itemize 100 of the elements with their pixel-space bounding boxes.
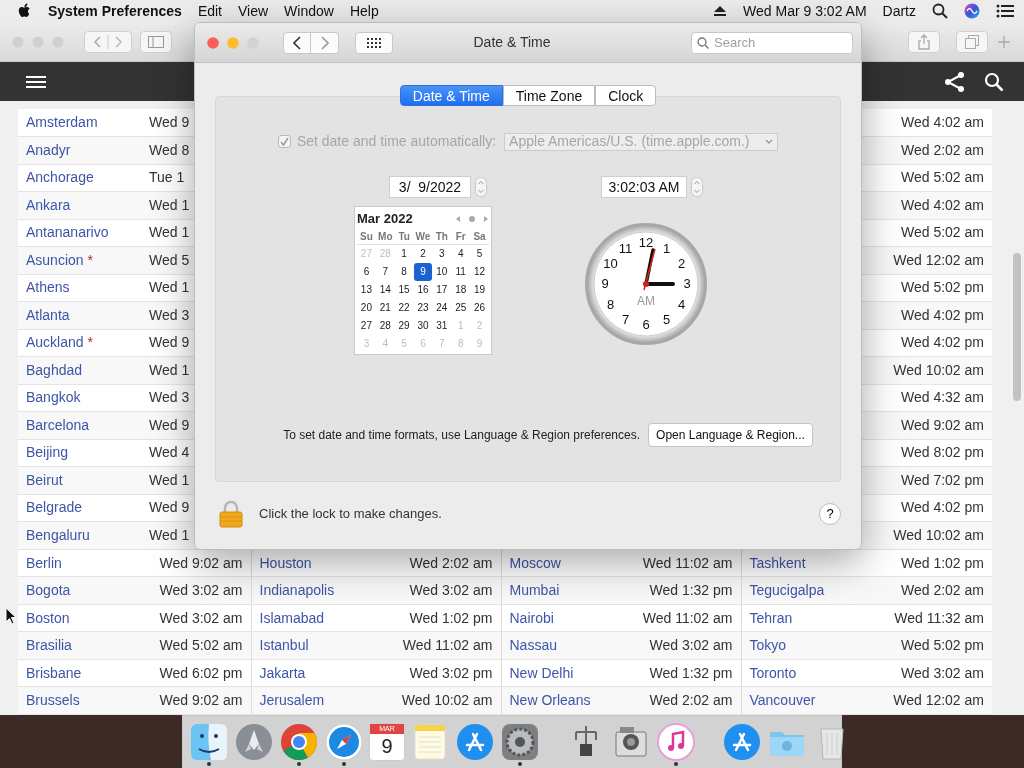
calendar-day[interactable]: 23 — [413, 298, 433, 317]
weekday-label: Mo — [375, 228, 395, 245]
calendar-day[interactable]: 21 — [375, 298, 395, 317]
calendar-day[interactable]: 27 — [357, 316, 376, 335]
music-app-icon[interactable] — [656, 722, 696, 762]
back-button[interactable] — [283, 31, 311, 54]
calendar-day[interactable]: 30 — [413, 316, 433, 335]
month-nav-icon[interactable] — [455, 214, 489, 223]
chrome-app-icon[interactable] — [279, 722, 319, 762]
window-controls[interactable] — [207, 36, 259, 49]
help-button[interactable]: ? — [819, 503, 841, 525]
tab[interactable]: Time Zone — [502, 85, 596, 106]
city-link[interactable]: Belgrade — [26, 499, 83, 516]
calendar-day[interactable]: 16 — [413, 280, 433, 299]
city-link[interactable]: Amsterdam — [26, 114, 98, 130]
tab[interactable]: Date & Time — [399, 85, 503, 106]
city-link[interactable]: Atlanta — [26, 306, 70, 323]
menu-clock[interactable]: Wed Mar 9 3:02 AM — [743, 0, 867, 22]
calendar-day[interactable]: 18 — [451, 280, 471, 299]
sidebar-button[interactable] — [140, 30, 172, 53]
city-link[interactable]: Bangkok — [26, 389, 81, 406]
calendar-day[interactable]: 31 — [432, 316, 452, 335]
show-all-button[interactable] — [355, 31, 393, 54]
search-icon[interactable] — [932, 3, 948, 19]
calendar-day[interactable]: 9 — [413, 262, 433, 281]
city-link[interactable]: Asuncion — [26, 251, 84, 268]
calendar-day[interactable]: 29 — [394, 316, 414, 335]
share-button[interactable] — [908, 30, 940, 53]
scrollbar-thumb[interactable] — [1013, 253, 1021, 401]
calendar-day[interactable]: 26 — [470, 298, 489, 317]
calendar-day[interactable]: 7 — [375, 262, 395, 281]
user-menu[interactable]: Dartz — [882, 0, 916, 22]
calendar-day[interactable]: 8 — [394, 262, 414, 281]
city-link[interactable]: Tashkent — [749, 554, 806, 571]
calendar-day[interactable]: 1 — [394, 244, 414, 263]
search-field[interactable]: Search — [691, 31, 853, 54]
city-link[interactable]: Nairobi — [509, 609, 554, 626]
city-link[interactable]: Boston — [26, 609, 70, 626]
calendar-day[interactable]: 14 — [375, 280, 395, 299]
menu-item[interactable]: Help — [349, 0, 379, 22]
calendar-day[interactable]: 10 — [432, 262, 452, 281]
city-link[interactable]: Bogota — [26, 582, 71, 598]
menu-item[interactable]: Edit — [197, 0, 222, 22]
safari-app-icon[interactable] — [324, 722, 364, 762]
appstore-app-icon[interactable] — [455, 722, 495, 762]
menu-icon[interactable] — [26, 73, 46, 90]
calendar-day[interactable]: 13 — [357, 280, 376, 299]
city-link[interactable]: Berlin — [26, 554, 62, 571]
city-link[interactable]: Auckland — [26, 334, 84, 351]
local-time: Wed 4:32 am — [901, 389, 984, 406]
share-icon[interactable] — [944, 70, 966, 93]
city-link[interactable]: Brisbane — [26, 664, 82, 681]
calendar-day[interactable]: 2 — [413, 244, 433, 263]
calendar-day[interactable]: 22 — [394, 298, 414, 317]
local-time: Wed 5 — [149, 251, 190, 268]
calendar-day[interactable]: 24 — [432, 298, 452, 317]
calendar-day[interactable]: 17 — [432, 280, 452, 299]
menu-item[interactable]: Window — [284, 0, 334, 22]
city-link[interactable]: Tehran — [749, 609, 793, 626]
city-link[interactable]: Tokyo — [749, 637, 787, 654]
city-link[interactable]: Athens — [26, 279, 70, 296]
local-time: Wed 4 — [149, 444, 190, 461]
city-link[interactable]: Jakarta — [259, 664, 306, 681]
date-field[interactable]: 3/ 9/2022 — [389, 176, 471, 198]
open-region-button[interactable]: Open Language & Region... — [648, 423, 813, 447]
city-link[interactable]: Houston — [259, 554, 312, 571]
city-link[interactable]: Beijing — [26, 444, 69, 461]
search-icon[interactable] — [984, 71, 1004, 92]
city-link[interactable]: Anchorage — [26, 169, 94, 186]
calendar-day[interactable]: 6 — [357, 262, 376, 281]
tab[interactable]: Clock — [595, 85, 657, 106]
calendar-day[interactable]: 3 — [432, 244, 452, 263]
time-field[interactable]: 3:02:03 AM — [601, 176, 687, 198]
calendar-day[interactable]: 20 — [357, 298, 376, 317]
app-menu[interactable]: System Preferences — [48, 0, 182, 22]
city-link[interactable]: New Delhi — [509, 664, 574, 681]
apple-icon[interactable] — [18, 3, 32, 19]
menu-item[interactable]: View — [238, 0, 269, 22]
local-time: Wed 5:02 am — [901, 224, 984, 241]
calendar-day[interactable]: 12 — [470, 262, 489, 281]
eject-icon[interactable] — [713, 5, 728, 17]
city-link[interactable]: Antananarivo — [26, 224, 109, 241]
orb-icon[interactable] — [964, 3, 980, 19]
calendar-day[interactable]: 4 — [451, 244, 471, 263]
city-link[interactable]: Moscow — [509, 554, 561, 571]
local-time: Wed 9 — [149, 416, 190, 433]
lock-icon[interactable] — [219, 500, 243, 528]
tabs-button[interactable] — [956, 30, 988, 53]
calendar-day[interactable]: 15 — [394, 280, 414, 299]
city-link[interactable]: Islamabad — [259, 609, 325, 626]
list-icon[interactable] — [996, 4, 1014, 18]
calendar-day[interactable]: 19 — [470, 280, 489, 299]
city-link[interactable]: Toronto — [749, 664, 797, 681]
city-link[interactable]: Beirut — [26, 471, 63, 488]
applications-app-icon[interactable] — [722, 722, 762, 762]
settings-app-icon[interactable] — [500, 722, 540, 762]
calendar-day[interactable]: 5 — [470, 244, 489, 263]
calendar-day[interactable]: 11 — [451, 262, 471, 281]
calendar-day[interactable]: 28 — [375, 316, 395, 335]
calendar-day[interactable]: 25 — [451, 298, 471, 317]
